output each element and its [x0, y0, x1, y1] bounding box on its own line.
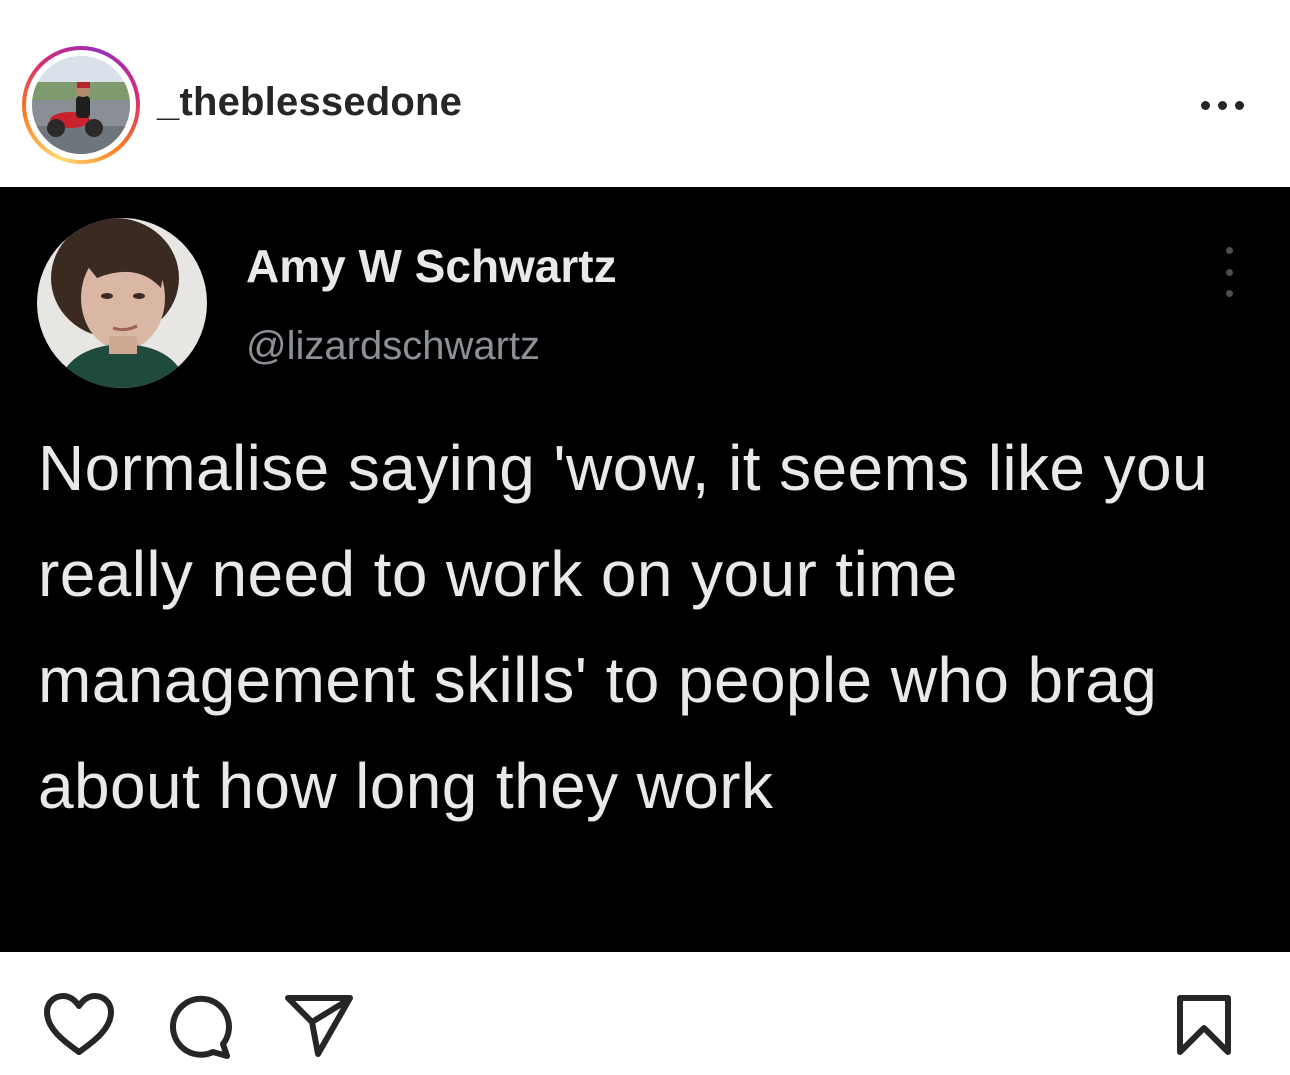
post-username[interactable]: _theblessedone [157, 80, 462, 125]
tweet-text: Normalise saying 'wow, it seems like you… [38, 432, 1208, 822]
bookmark-icon [1177, 995, 1231, 1055]
action-bar [0, 952, 1290, 1075]
story-ring[interactable] [22, 46, 140, 164]
comment-icon [169, 995, 232, 1059]
tweet-display-name: Amy W Schwartz [246, 240, 617, 292]
tweet-avatar-photo [37, 218, 207, 388]
tweet-avatar [37, 218, 207, 388]
post-header: _theblessedone [0, 0, 1290, 187]
like-button[interactable] [42, 992, 116, 1058]
user-avatar[interactable] [32, 56, 130, 154]
save-button[interactable] [1176, 994, 1232, 1056]
send-icon [285, 995, 353, 1057]
avatar-photo [32, 56, 130, 154]
tweet-handle: @lizardschwartz [246, 324, 541, 368]
comment-button[interactable] [163, 994, 235, 1060]
more-vertical-icon [1225, 247, 1233, 254]
post-image[interactable]: Amy W Schwartz @lizardschwartz Normalise… [0, 187, 1290, 952]
share-button[interactable] [284, 994, 354, 1058]
tweet-menu [1214, 247, 1244, 297]
more-horizontal-icon [1200, 100, 1210, 110]
more-options-button[interactable] [1190, 88, 1254, 122]
heart-icon [44, 993, 114, 1055]
